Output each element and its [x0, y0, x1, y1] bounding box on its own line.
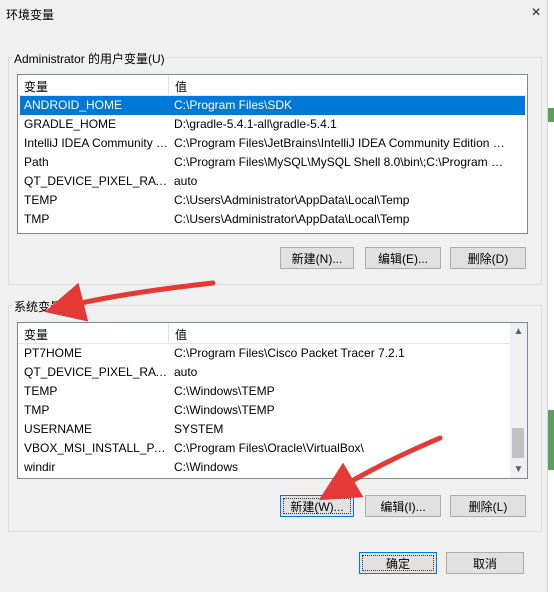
annotation-arrows: [44, 280, 443, 501]
annotation-arrow-system-label: [44, 280, 216, 322]
annotation-arrow-new-button: [318, 435, 443, 501]
